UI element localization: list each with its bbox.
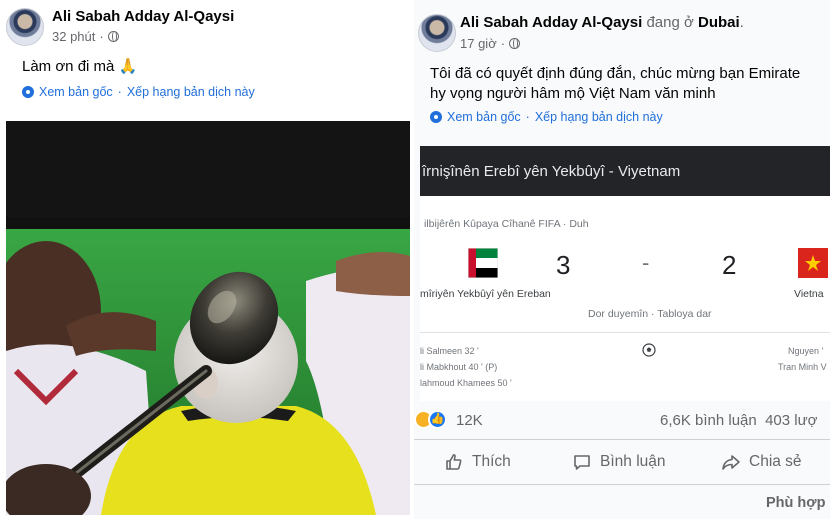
- author-avatar[interactable]: [418, 14, 456, 52]
- post-photo[interactable]: [6, 121, 410, 515]
- share-button[interactable]: Chia sẻ: [721, 452, 802, 472]
- comment-label: Bình luận: [600, 453, 666, 470]
- see-original-link[interactable]: Xem bản gốc: [39, 85, 113, 99]
- gear-icon: [430, 111, 442, 123]
- post-meta: 17 giờ ·: [460, 36, 521, 51]
- meta-dot: ·: [500, 36, 506, 51]
- home-scorer-3: lahmoud Khamees 50 ': [420, 378, 512, 388]
- reactions-bar: 👍 12K 6,6K bình luận 403 lượ: [414, 400, 830, 440]
- translation-dot: ·: [117, 85, 122, 99]
- comments-count[interactable]: 6,6K bình luận: [660, 412, 757, 429]
- vietnam-flag-icon: [798, 248, 828, 278]
- globe-icon: [107, 31, 119, 42]
- post-time[interactable]: 32 phút: [52, 29, 95, 44]
- translation-dot: ·: [525, 110, 530, 124]
- post-text-line1: Tôi đã có quyết định đúng đắn, chúc mừng…: [430, 65, 801, 82]
- rate-translation-link[interactable]: Xếp hạng bản dịch này: [127, 85, 255, 99]
- referee-spoon-photo: [6, 121, 410, 515]
- location-name[interactable]: Dubai: [698, 14, 740, 31]
- home-score: 3: [556, 250, 571, 280]
- match-status: Dor duyemîn · Tabloya dar: [588, 308, 712, 320]
- author-name[interactable]: Ali Sabah Adday Al-Qaysi: [52, 8, 234, 25]
- card-divider: [420, 332, 830, 333]
- post-text: Làm ơn đi mà 🙏: [22, 58, 138, 75]
- gear-icon: [22, 86, 34, 98]
- rate-translation-link[interactable]: Xếp hạng bản dịch này: [535, 110, 663, 124]
- left-post-panel: Ali Sabah Adday Al-Qaysi 32 phút · Làm ơ…: [0, 0, 412, 519]
- away-scorer-1: Nguyen ': [788, 346, 824, 356]
- author-name-line: Ali Sabah Adday Al-Qaysi đang ở Dubai.: [460, 14, 744, 31]
- like-icon: 👍: [428, 410, 447, 429]
- comment-icon: [574, 455, 590, 470]
- reaction-icons[interactable]: 👍: [414, 410, 454, 430]
- post-meta: 32 phút ·: [52, 29, 119, 44]
- football-icon: [642, 343, 656, 357]
- score-separator: -: [642, 250, 650, 275]
- author-name[interactable]: Ali Sabah Adday Al-Qaysi: [460, 14, 642, 31]
- globe-icon: [509, 38, 521, 49]
- shares-count[interactable]: 403 lượ: [765, 412, 817, 429]
- share-icon: [722, 455, 740, 470]
- match-screenshot[interactable]: îrnişînên Erebî yên Yekbûyî - Viyetnam i…: [420, 146, 830, 401]
- footer-divider: [414, 484, 830, 485]
- away-team-name[interactable]: Vietna: [794, 288, 824, 300]
- post-time[interactable]: 17 giờ: [460, 36, 497, 51]
- comment-filter[interactable]: Phù hợp: [766, 495, 825, 511]
- comment-button[interactable]: Bình luận: [572, 452, 666, 472]
- author-avatar[interactable]: [6, 8, 44, 46]
- post-stats: 6,6K bình luận 403 lượ: [660, 412, 818, 429]
- translation-bar: Xem bản gốc · Xếp hạng bản dịch này: [430, 110, 663, 124]
- translation-bar: Xem bản gốc · Xếp hạng bản dịch này: [22, 85, 255, 99]
- match-competition: ilbijêrên Kûpaya Cîhanê FIFA · Duh: [424, 218, 589, 230]
- match-header: îrnişînên Erebî yên Yekbûyî - Viyetnam: [420, 146, 830, 196]
- uae-flag-icon: [468, 248, 498, 278]
- home-scorer-2: li Mabkhout 40 ' (P): [420, 362, 498, 372]
- reactions-count[interactable]: 12K: [456, 412, 483, 429]
- share-label: Chia sẻ: [749, 453, 802, 470]
- location-suffix: .: [739, 14, 744, 31]
- away-scorer-2: Tran Minh V: [778, 362, 827, 372]
- away-score: 2: [722, 250, 737, 280]
- home-team-name[interactable]: mîriyên Yekbûyî yên Ereban: [420, 288, 551, 300]
- home-scorer-1: li Salmeen 32 ': [420, 346, 479, 356]
- see-original-link[interactable]: Xem bản gốc: [447, 110, 521, 124]
- like-label: Thích: [472, 453, 511, 470]
- meta-dot: ·: [99, 29, 104, 44]
- post-text-line2: hy vọng người hâm mộ Việt Nam văn minh: [430, 85, 716, 102]
- right-post-panel: Ali Sabah Adday Al-Qaysi đang ở Dubai. 1…: [414, 0, 830, 519]
- like-button[interactable]: Thích: [444, 452, 511, 472]
- location-prefix: đang ở: [646, 14, 694, 31]
- like-icon: [446, 454, 462, 470]
